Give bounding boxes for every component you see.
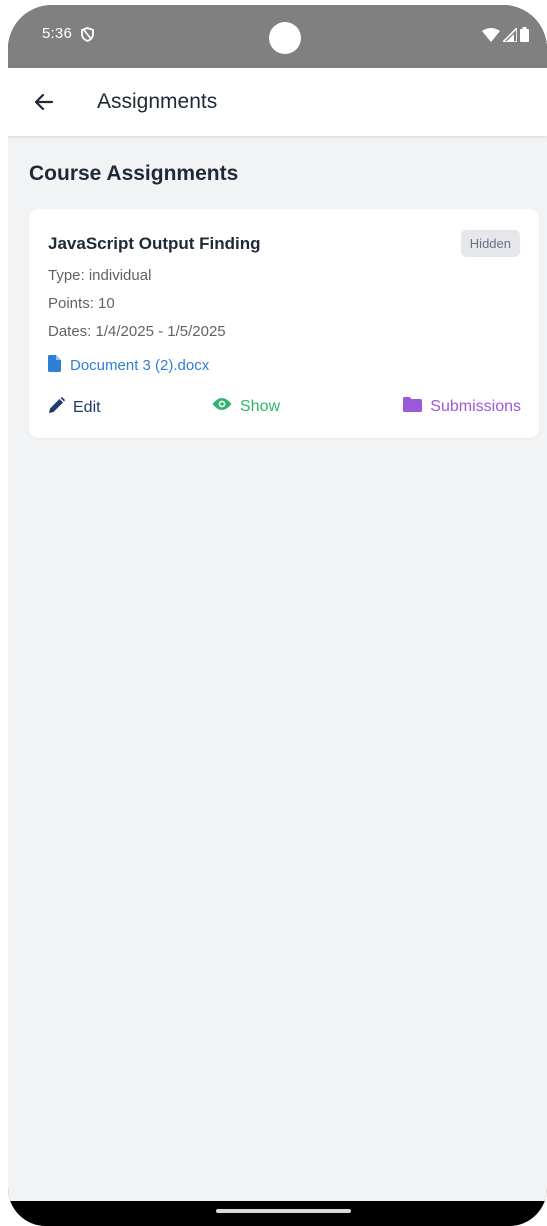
show-label: Show <box>240 397 281 415</box>
status-bar: 5:36 <box>8 5 547 68</box>
status-badge: Hidden <box>460 230 520 257</box>
eye-icon <box>212 397 232 416</box>
document-icon <box>48 355 61 376</box>
folder-icon <box>403 397 423 417</box>
assignment-title: JavaScript Output Finding <box>48 234 261 253</box>
submissions-button[interactable]: Submissions <box>403 397 521 417</box>
assignment-card: JavaScript Output Finding Hidden Type: i… <box>29 209 539 438</box>
show-button[interactable]: Show <box>212 397 280 416</box>
home-indicator[interactable] <box>216 1209 351 1213</box>
back-arrow-icon[interactable] <box>32 90 56 114</box>
assignment-dates: Dates: 1/4/2025 - 1/5/2025 <box>48 323 226 340</box>
attachment-link[interactable]: Document 3 (2).docx <box>48 355 209 376</box>
status-time: 5:36 <box>42 25 72 42</box>
battery-icon <box>520 27 529 47</box>
shield-icon <box>81 27 94 47</box>
signal-icon <box>501 25 518 47</box>
assignment-type: Type: individual <box>48 267 152 284</box>
edit-button[interactable]: Edit <box>48 397 101 419</box>
wifi-icon <box>482 27 500 47</box>
assignment-points: Points: 10 <box>48 295 115 312</box>
page-title: Assignments <box>97 90 218 113</box>
section-title: Course Assignments <box>29 162 239 185</box>
app-bar: Assignments <box>8 68 547 136</box>
pencil-icon <box>48 397 65 419</box>
main-content: Course Assignments JavaScript Output Fin… <box>8 136 547 1201</box>
camera-cutout <box>269 22 301 54</box>
card-actions: Edit Show Submissions <box>48 397 521 419</box>
navigation-bar <box>8 1201 547 1226</box>
phone-screen: 5:36 Assignments Course Assignments Java… <box>8 5 547 1226</box>
submissions-label: Submissions <box>430 398 521 415</box>
status-icons <box>482 25 529 47</box>
edit-label: Edit <box>73 399 101 416</box>
attachment-name: Document 3 (2).docx <box>70 357 210 374</box>
